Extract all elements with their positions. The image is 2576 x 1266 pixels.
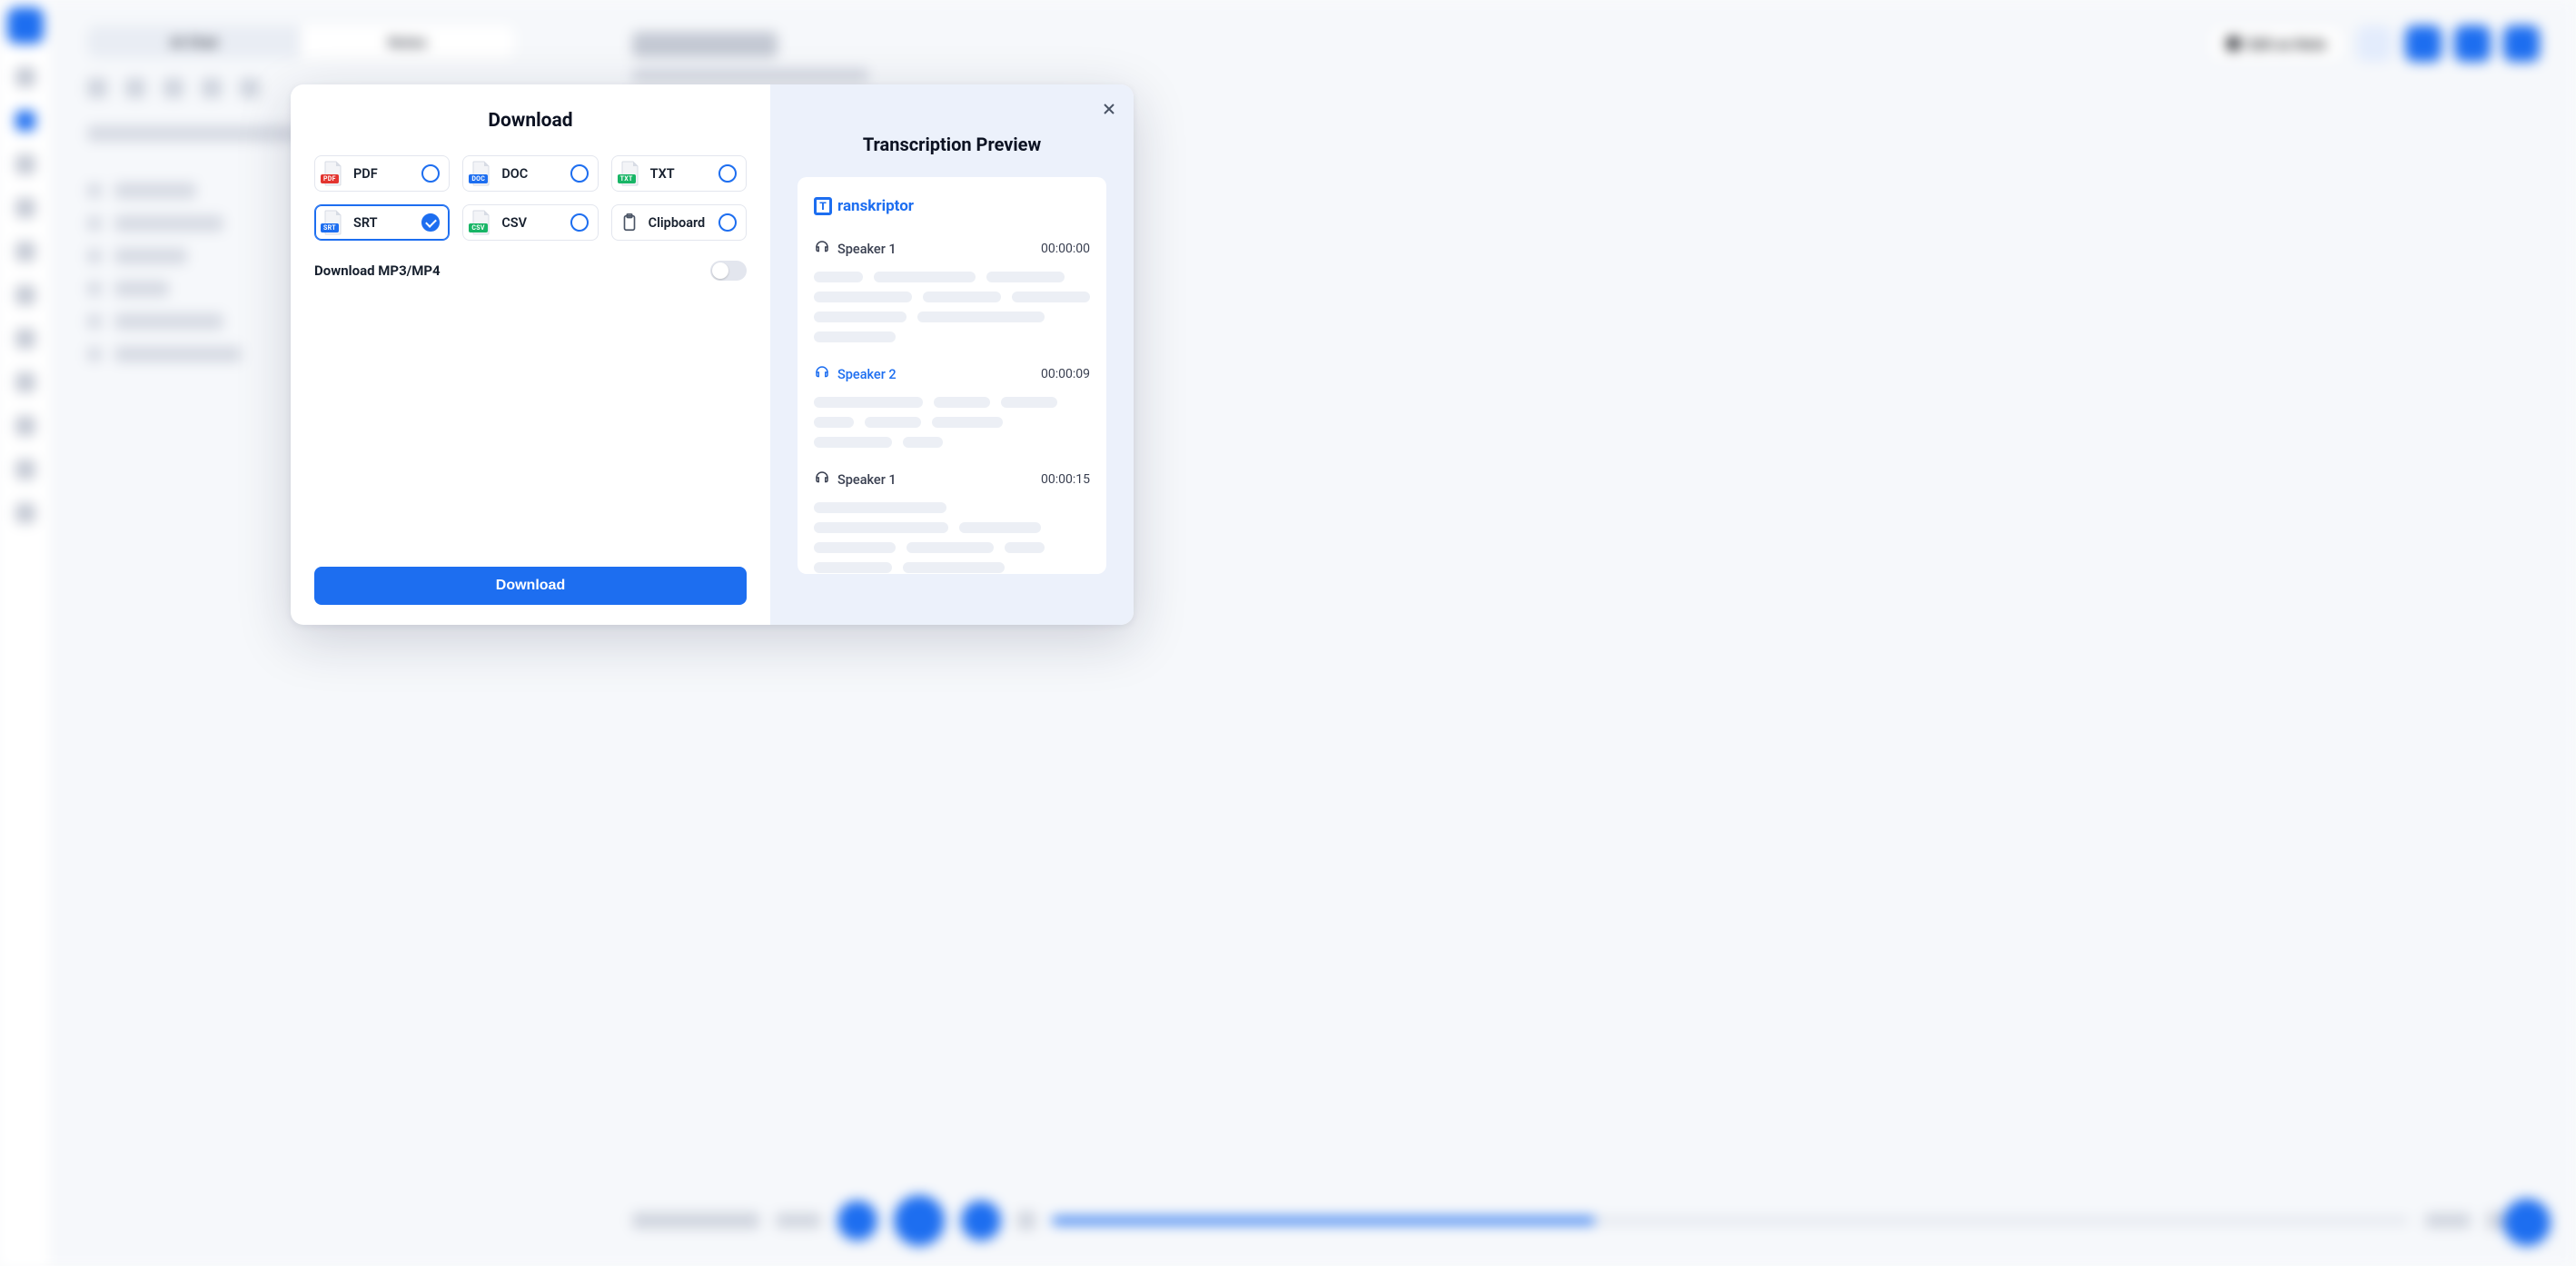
doc-file-icon: DOC bbox=[471, 161, 492, 186]
headphones-icon bbox=[814, 364, 830, 384]
preview-title: Transcription Preview bbox=[798, 134, 1106, 155]
modal-title: Download bbox=[314, 110, 747, 132]
option-doc[interactable]: DOC DOC bbox=[462, 155, 598, 192]
headphones-icon bbox=[814, 239, 830, 259]
sidebar-icon bbox=[15, 329, 35, 349]
radio-icon bbox=[718, 164, 737, 183]
modal-right-panel: Transcription Preview T ranskriptor Spea… bbox=[770, 84, 1134, 625]
bg-header-actions: Edit as Note bbox=[2210, 25, 2540, 62]
timestamp: 00:00:00 bbox=[1041, 242, 1090, 256]
txt-file-icon: TXT bbox=[619, 161, 641, 186]
radio-icon bbox=[570, 213, 589, 232]
srt-file-icon: SRT bbox=[322, 210, 344, 235]
preview-segment: Speaker 1 00:00:00 bbox=[814, 239, 1090, 342]
option-label: Clipboard bbox=[649, 215, 709, 231]
timestamp: 00:00:09 bbox=[1041, 367, 1090, 381]
sidebar-icon bbox=[15, 198, 35, 218]
close-button[interactable] bbox=[1097, 97, 1121, 121]
sidebar-icon bbox=[15, 416, 35, 436]
pdf-file-icon: PDF bbox=[322, 161, 344, 186]
sidebar-icon bbox=[15, 67, 35, 87]
radio-icon bbox=[421, 164, 440, 183]
sidebar-icon bbox=[15, 372, 35, 392]
bg-player bbox=[632, 1195, 2540, 1246]
format-options: PDF PDF DOC DOC TXT TXT bbox=[314, 155, 747, 241]
download-button[interactable]: Download bbox=[314, 567, 747, 605]
sidebar-icon bbox=[15, 503, 35, 523]
sidebar bbox=[0, 0, 51, 1266]
bg-tab: AI Chat bbox=[87, 25, 301, 58]
bg-edit-button: Edit as Note bbox=[2210, 25, 2343, 62]
radio-icon bbox=[421, 213, 440, 232]
option-label: CSV bbox=[501, 215, 560, 231]
download-modal: Download PDF PDF DOC DOC bbox=[291, 84, 1134, 625]
option-clipboard[interactable]: Clipboard bbox=[611, 204, 747, 241]
app-logo bbox=[7, 7, 44, 44]
option-label: DOC bbox=[501, 166, 560, 182]
radio-icon bbox=[570, 164, 589, 183]
bg-title bbox=[632, 32, 868, 83]
speaker-name: Speaker 1 bbox=[837, 472, 897, 488]
headphones-icon bbox=[814, 470, 830, 490]
brand-text: ranskriptor bbox=[837, 197, 914, 215]
csv-file-icon: CSV bbox=[471, 210, 492, 235]
brand-logo: T ranskriptor bbox=[814, 197, 1090, 215]
modal-left-panel: Download PDF PDF DOC DOC bbox=[291, 84, 770, 625]
sidebar-icon bbox=[15, 242, 35, 262]
placeholder-lines bbox=[814, 502, 1090, 573]
speaker-label: Speaker 2 bbox=[814, 364, 897, 384]
sidebar-icon bbox=[15, 285, 35, 305]
timestamp: 00:00:15 bbox=[1041, 472, 1090, 487]
option-pdf[interactable]: PDF PDF bbox=[314, 155, 450, 192]
preview-segment: Speaker 2 00:00:09 bbox=[814, 364, 1090, 448]
bg-chat-fab bbox=[2503, 1199, 2551, 1246]
mp3-toggle-row: Download MP3/MP4 bbox=[314, 261, 747, 281]
speaker-label: Speaker 1 bbox=[814, 239, 897, 259]
toggle-label: Download MP3/MP4 bbox=[314, 262, 441, 279]
option-srt[interactable]: SRT SRT bbox=[314, 204, 450, 241]
option-txt[interactable]: TXT TXT bbox=[611, 155, 747, 192]
preview-card: T ranskriptor Speaker 1 00:00:00 Speaker… bbox=[798, 177, 1106, 574]
radio-icon bbox=[718, 213, 737, 232]
option-label: TXT bbox=[650, 166, 709, 182]
bg-tab: Notes bbox=[301, 25, 514, 58]
sidebar-icon bbox=[15, 460, 35, 480]
speaker-label: Speaker 1 bbox=[814, 470, 897, 490]
speaker-name: Speaker 2 bbox=[837, 367, 897, 382]
sidebar-icon bbox=[15, 111, 35, 131]
mp3-toggle[interactable] bbox=[710, 261, 747, 281]
bg-tabs: AI Chat Notes bbox=[87, 25, 514, 58]
option-label: SRT bbox=[353, 215, 412, 231]
sidebar-icon bbox=[15, 154, 35, 174]
clipboard-icon bbox=[619, 212, 639, 233]
option-label: PDF bbox=[353, 166, 412, 182]
preview-segment: Speaker 1 00:00:15 bbox=[814, 470, 1090, 573]
speaker-name: Speaker 1 bbox=[837, 242, 897, 257]
option-csv[interactable]: CSV CSV bbox=[462, 204, 598, 241]
brand-mark-icon: T bbox=[814, 197, 832, 215]
placeholder-lines bbox=[814, 272, 1090, 342]
bg-placeholder bbox=[87, 125, 296, 142]
placeholder-lines bbox=[814, 397, 1090, 448]
